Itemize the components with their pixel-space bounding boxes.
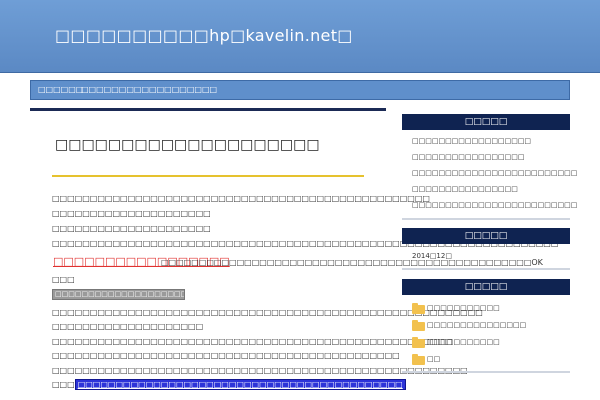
folder-icon	[412, 337, 425, 348]
recent-post-link[interactable]: □□□□□□□□□□□□□□□□□	[412, 153, 524, 161]
paragraph-line: □□□□□□□□□□□□□□□□□□□□□□□□□□□□□□□□□□□□□□□□…	[52, 194, 430, 203]
recent-post-link[interactable]: □□□□□□□□□□□□□□□□	[412, 185, 518, 193]
widget-categories: □□□□□□□□□□□ □□□□□□□□□□□□□□□ □□□□□□□□□□□ …	[402, 295, 570, 373]
site-header: □□□□□□□□□□hp□kavelin.net□	[0, 0, 600, 73]
paragraph-line: □□□□□□□□□□□□□□□□□□□□□□□□□□□□□□□□□□□□□□□□…	[52, 351, 400, 360]
nav-item-home[interactable]: □□□□□□	[38, 85, 83, 94]
gray-heading-bar: □□□□□□□□□□□□□□□□□□□□□□□□□□□	[52, 289, 185, 300]
category-link[interactable]: □□□□□□□□□□□	[427, 338, 500, 346]
recent-post-link[interactable]: □□□□□□□□□□□□□□□□□□□□□□□□□	[412, 201, 577, 209]
category-link[interactable]: □□	[427, 355, 440, 363]
title-underline	[52, 175, 364, 177]
folder-icon	[412, 320, 425, 331]
folder-icon	[412, 354, 425, 365]
widget-title-archive: □□□□□	[402, 228, 570, 244]
recent-post-link[interactable]: □□□□□□□□□□□□□□□□□□□□□□□□□	[412, 169, 577, 177]
site-title[interactable]: □□□□□□□□□□hp□kavelin.net□	[55, 26, 353, 45]
blue-link-row: □□□ □□□□□□□□□□□□□□□□□□□□□□□□□□□□□□□□□□□□□…	[52, 379, 406, 390]
paragraph-line: □□□□□□□□□□□□□□□□□□□□□	[52, 224, 211, 233]
recent-post-link[interactable]: □□□□□□□□□□□□□□□□□□	[412, 137, 531, 145]
paragraph-line: □□□□□□□□□□□□□□□□□□□□	[52, 322, 204, 331]
paragraph-line: □□□□□□□□□□□□□□□□□□□□□□□□□□□□□□□□□□□□□□□□…	[52, 337, 453, 346]
paragraph-line: □□□□□□□□□□□□□□□□□□□□□	[52, 209, 211, 218]
folder-icon	[412, 303, 425, 314]
category-link[interactable]: □□□□□□□□□□□	[427, 304, 500, 312]
widget-title-recent: □□□□□	[402, 114, 570, 130]
blue-link-prefix: □□□	[52, 380, 75, 389]
widget-recent: □□□□□□□□□□□□□□□□□□ □□□□□□□□□□□□□□□□□ □□□…	[402, 130, 577, 220]
nav-item-2[interactable]: □□□□□□□□□□□□□□□□□□	[81, 85, 217, 94]
archive-link[interactable]: 2014□12□	[412, 252, 452, 260]
widget-archive: 2014□12□	[402, 244, 570, 270]
blue-highlight-link[interactable]: □□□□□□□□□□□□□□□□□□□□□□□□□□□□□□□□□□□□□□□□…	[74, 379, 406, 390]
paragraph-line: □□□	[52, 275, 75, 284]
post-title[interactable]: □□□□□□□□□□□□□□□□□□□□	[55, 137, 320, 153]
main-top-divider	[30, 108, 386, 111]
category-link[interactable]: □□□□□□□□□□□□□□□	[427, 321, 526, 329]
global-nav: □□□□□□ □□□□□□□□□□□□□□□□□□	[30, 80, 570, 100]
widget-title-categories: □□□□□	[402, 279, 570, 295]
